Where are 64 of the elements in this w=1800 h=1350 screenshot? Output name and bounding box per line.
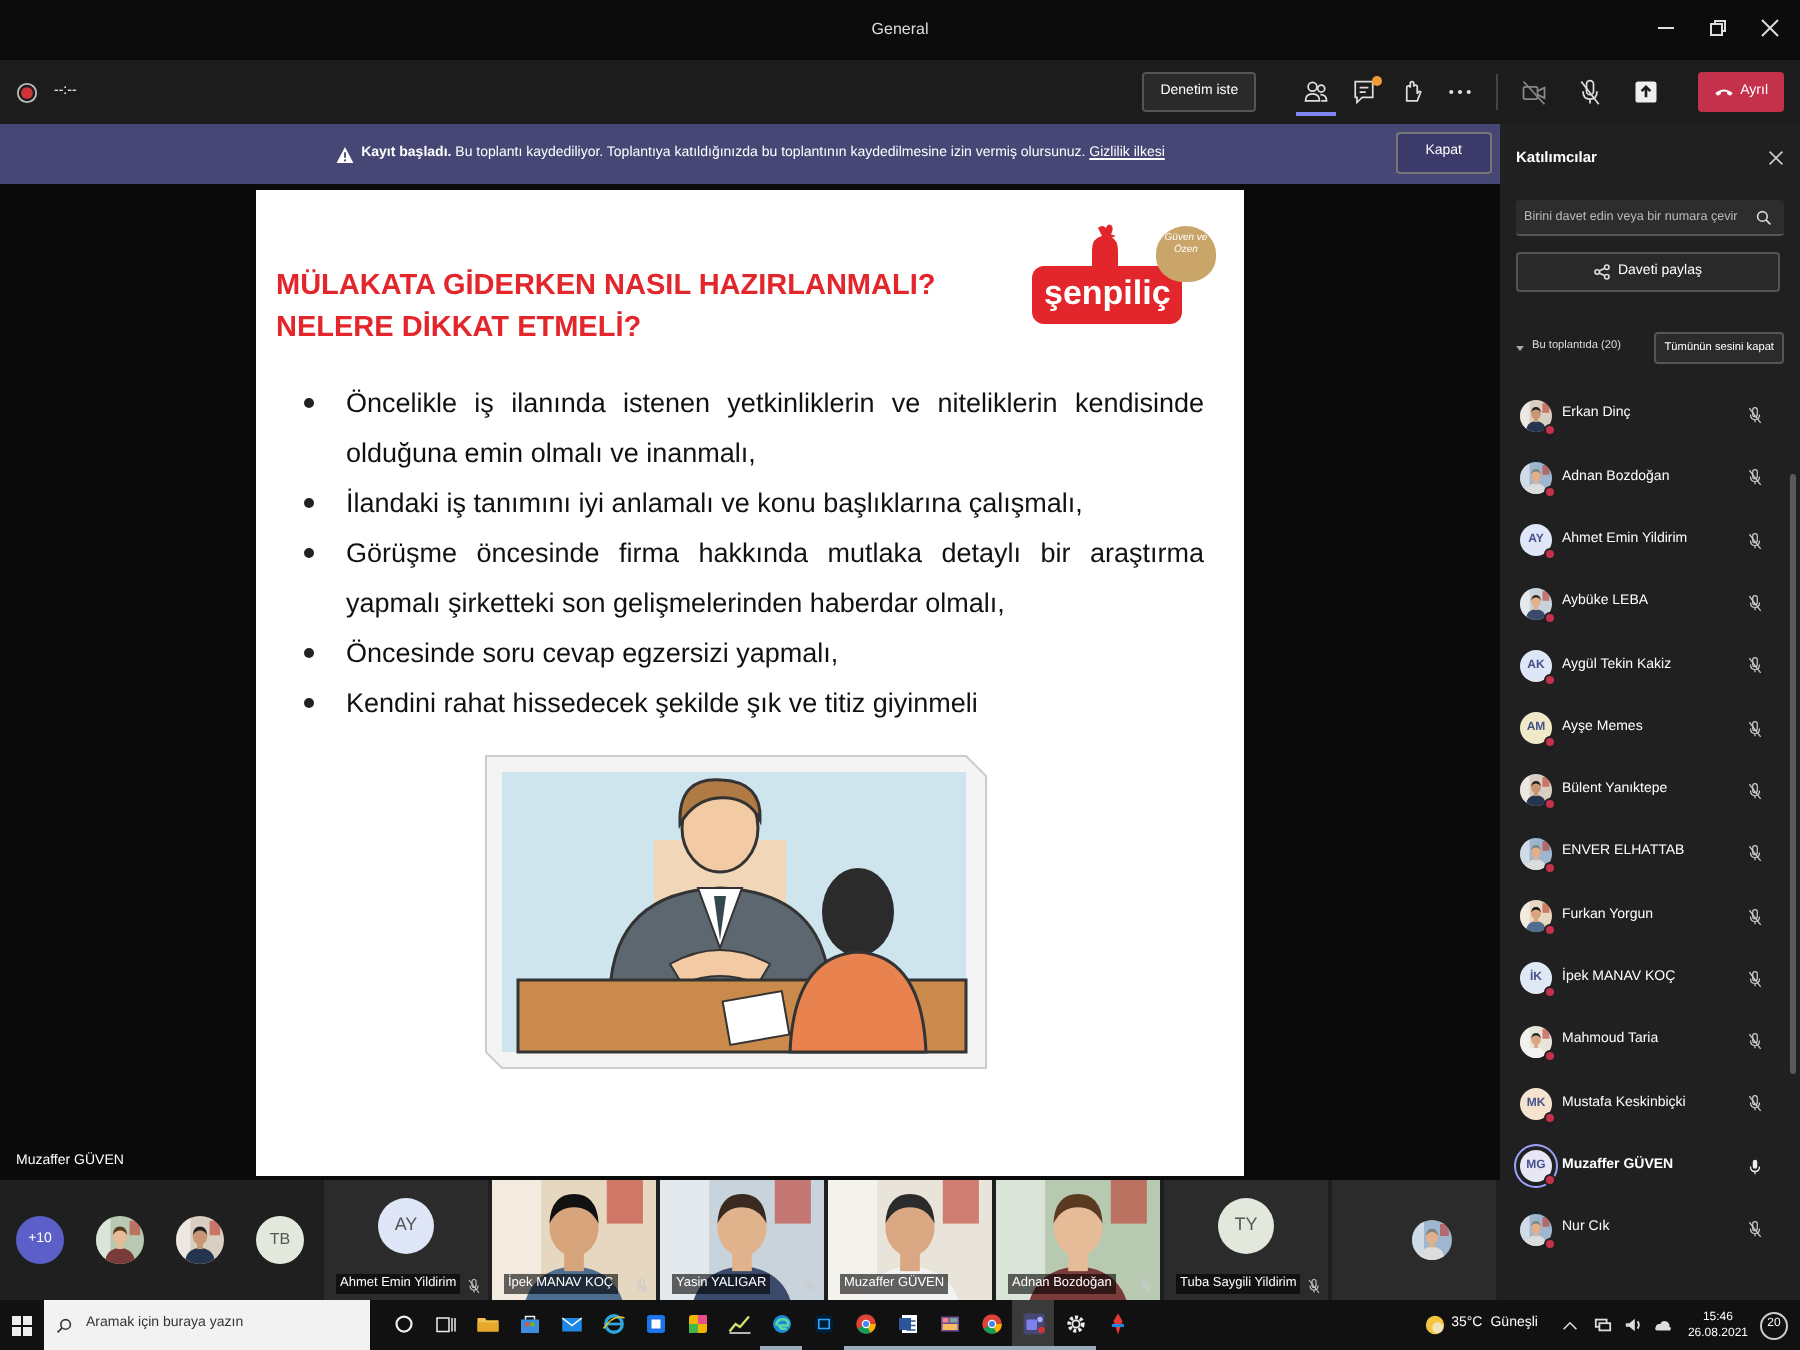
browser-app-icon[interactable]	[853, 1311, 877, 1335]
browser-app-icon[interactable]	[769, 1311, 793, 1335]
people-app-icon[interactable]	[1021, 1311, 1045, 1335]
bullet-icon	[304, 497, 314, 507]
bullet-icon	[304, 647, 314, 657]
design-app-icon[interactable]	[811, 1311, 835, 1335]
photos-app-icon[interactable]	[685, 1311, 709, 1335]
browser-app-icon[interactable]	[601, 1311, 625, 1335]
warning-icon	[335, 145, 354, 163]
status-dot	[1544, 924, 1556, 937]
status-dot	[1544, 1174, 1556, 1187]
restore-icon	[1708, 18, 1728, 38]
bullet-icon	[304, 697, 314, 707]
status-dot	[1544, 736, 1556, 749]
chat-icon[interactable]	[1350, 77, 1379, 105]
share-icon	[1593, 264, 1610, 280]
bullet-icon	[304, 547, 314, 557]
bullet-text: Öncelikle iş ilanında istenen yetkinliklerin ve niteliklerin kendisinde olduğuna emin olmalı ve inanmalı,	[346, 385, 1204, 472]
share-tray-icon[interactable]	[1632, 77, 1661, 105]
slide-title: MÜLAKATA GİDERKEN NASIL HAZIRLANMALI?	[276, 267, 938, 305]
cloud-icon[interactable]	[1653, 1316, 1672, 1334]
bullet-text: Kendini rahat hissedecek şekilde şık ve titiz giyinmeli	[346, 685, 980, 722]
phone-icon	[1714, 84, 1735, 100]
close-button[interactable]	[1768, 150, 1784, 166]
network-icon[interactable]	[1593, 1316, 1612, 1334]
avatar-initials: AY	[378, 1198, 434, 1254]
record-icon	[16, 81, 38, 103]
mic-off-icon[interactable]	[1576, 77, 1605, 105]
window-title: General	[871, 18, 929, 42]
search-icon	[1756, 209, 1772, 225]
document-app-icon[interactable]	[895, 1311, 919, 1335]
slide-title: NELERE DİKKAT ETMELİ?	[276, 309, 644, 347]
avatar-initials: TY	[1218, 1198, 1274, 1254]
sun-icon	[1423, 1314, 1446, 1336]
volume-icon[interactable]	[1623, 1316, 1642, 1334]
search-icon	[56, 1317, 72, 1333]
people-app-button[interactable]	[1012, 1300, 1054, 1350]
close-button[interactable]	[1760, 18, 1780, 38]
close-icon	[1768, 150, 1784, 166]
status-dot	[1544, 548, 1556, 561]
settings-icon[interactable]	[1063, 1311, 1087, 1335]
bullet-text: Öncesinde soru cevap egzersizi yapmalı,	[346, 635, 841, 672]
status-dot	[1544, 986, 1556, 999]
store-app-icon[interactable]	[517, 1311, 541, 1335]
caret-icon	[1516, 344, 1524, 352]
office-app-icon[interactable]	[643, 1311, 667, 1335]
bullet-icon	[304, 397, 314, 407]
avatar-initials: TB	[256, 1216, 304, 1264]
windows-logo-icon	[12, 1315, 32, 1335]
chevron-up-icon[interactable]	[1561, 1317, 1578, 1333]
unread-dot	[1372, 75, 1383, 85]
status-dot	[1544, 798, 1556, 811]
browser-app-icon[interactable]	[979, 1311, 1003, 1335]
camera-off-icon[interactable]	[1520, 77, 1549, 105]
chart-app-icon[interactable]	[727, 1311, 751, 1335]
restore-button[interactable]	[1708, 18, 1728, 38]
brand-logo: şenpiliç	[1032, 265, 1183, 324]
grid-app-icon[interactable]	[937, 1311, 961, 1335]
participants-icon[interactable]	[1302, 77, 1331, 105]
bullet-text: İlandaki iş tanımını iyi anlamalı ve konu başlıklarına çalışmalı,	[346, 485, 1085, 522]
bullet-text: Görüşme öncesinde firma hakkında mutlaka detaylı bir araştırma yapmalı şirketteki son gelişmelerinden haberdar olmalı,	[346, 535, 1204, 622]
task-view-icon[interactable]	[433, 1311, 457, 1335]
scrollbar[interactable]	[1790, 474, 1796, 1074]
cortana-icon[interactable]	[391, 1311, 415, 1335]
